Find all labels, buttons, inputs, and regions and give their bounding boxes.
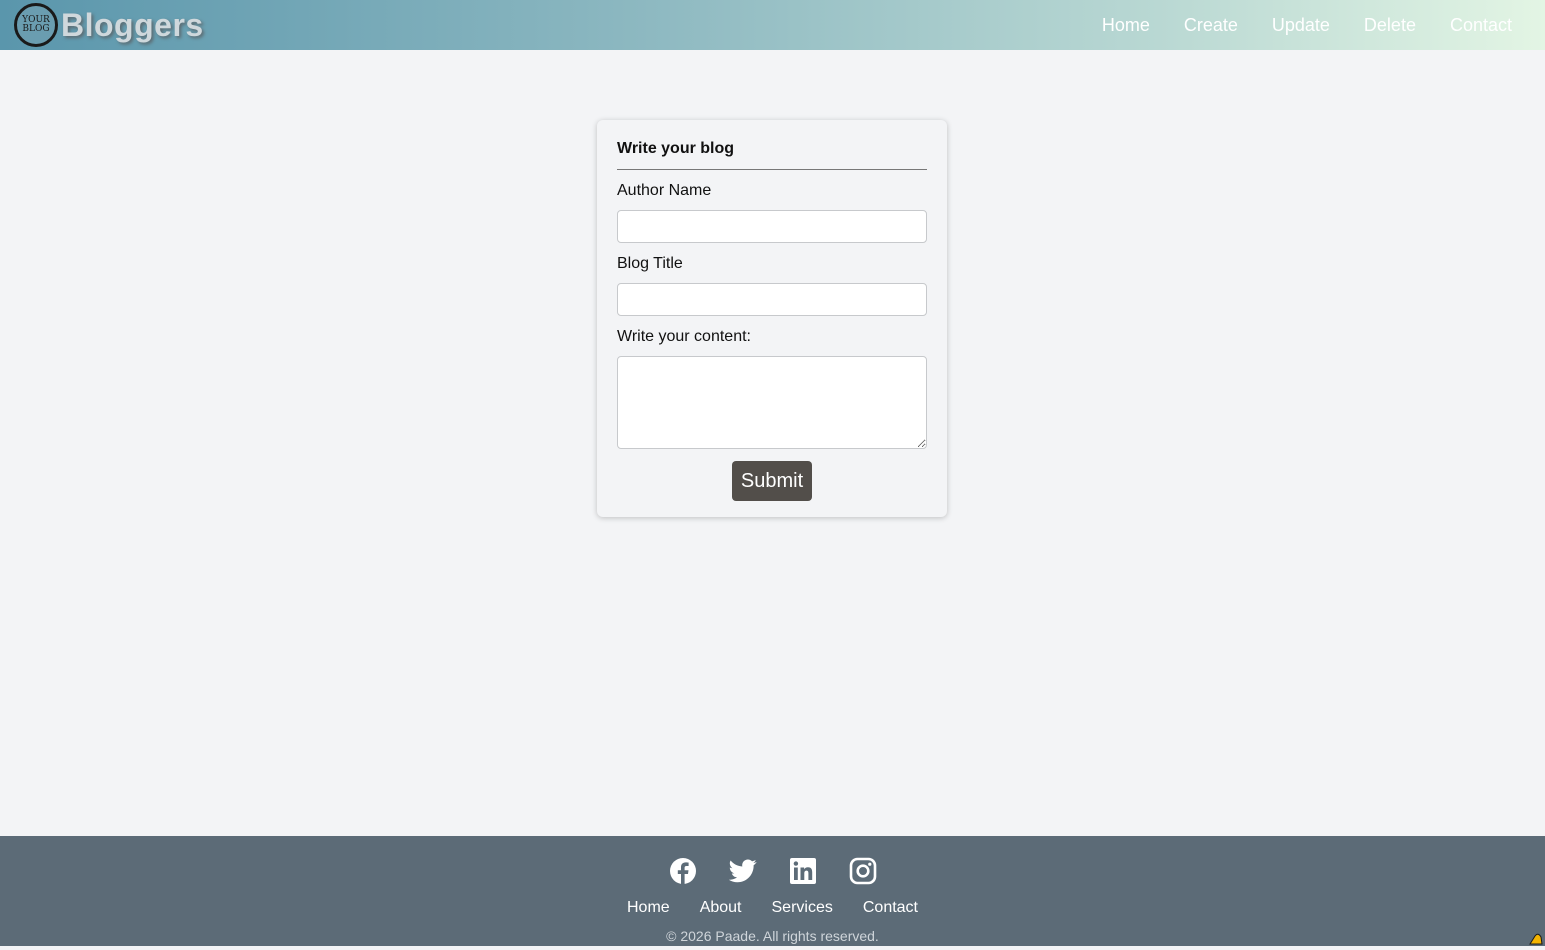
linkedin-icon[interactable] xyxy=(789,857,817,885)
blog-logo-icon: YOUR BLOG xyxy=(14,3,58,47)
content-textarea[interactable] xyxy=(617,356,927,449)
nav-create[interactable]: Create xyxy=(1167,15,1255,36)
logo-text-line2: BLOG xyxy=(22,24,50,34)
footer-link-services[interactable]: Services xyxy=(772,899,833,917)
blog-form-card: Write your blog Author Name Blog Title W… xyxy=(597,120,947,517)
nav-contact[interactable]: Contact xyxy=(1433,15,1529,36)
main-nav: Home Create Update Delete Contact xyxy=(1085,15,1529,36)
author-name-label: Author Name xyxy=(617,182,712,199)
brand-name: Bloggers xyxy=(61,6,204,43)
author-name-input[interactable] xyxy=(617,210,927,243)
blog-title-label: Blog Title xyxy=(617,255,683,272)
footer: Home About Services Contact © 2026 Paade… xyxy=(0,836,1545,946)
nav-delete[interactable]: Delete xyxy=(1347,15,1433,36)
social-links xyxy=(0,857,1545,885)
footer-links: Home About Services Contact xyxy=(0,899,1545,917)
nav-home[interactable]: Home xyxy=(1085,15,1167,36)
footer-link-contact[interactable]: Contact xyxy=(863,899,918,917)
footer-link-home[interactable]: Home xyxy=(627,899,670,917)
blog-title-input[interactable] xyxy=(617,283,927,316)
bell-icon[interactable] xyxy=(1529,932,1543,945)
submit-button[interactable]: Submit xyxy=(731,461,813,501)
brand[interactable]: YOUR BLOG Bloggers xyxy=(14,3,204,47)
twitter-icon[interactable] xyxy=(728,857,757,885)
content-label: Write your content: xyxy=(617,328,751,345)
copyright-text: © 2026 Paade. All rights reserved. xyxy=(666,928,879,944)
top-navbar: YOUR BLOG Bloggers Home Create Update De… xyxy=(0,0,1545,50)
form-title: Write your blog xyxy=(617,140,927,170)
facebook-icon[interactable] xyxy=(669,857,697,885)
instagram-icon[interactable] xyxy=(849,857,877,885)
footer-link-about[interactable]: About xyxy=(700,899,742,917)
nav-update[interactable]: Update xyxy=(1255,15,1347,36)
submit-row: Submit xyxy=(617,461,927,501)
